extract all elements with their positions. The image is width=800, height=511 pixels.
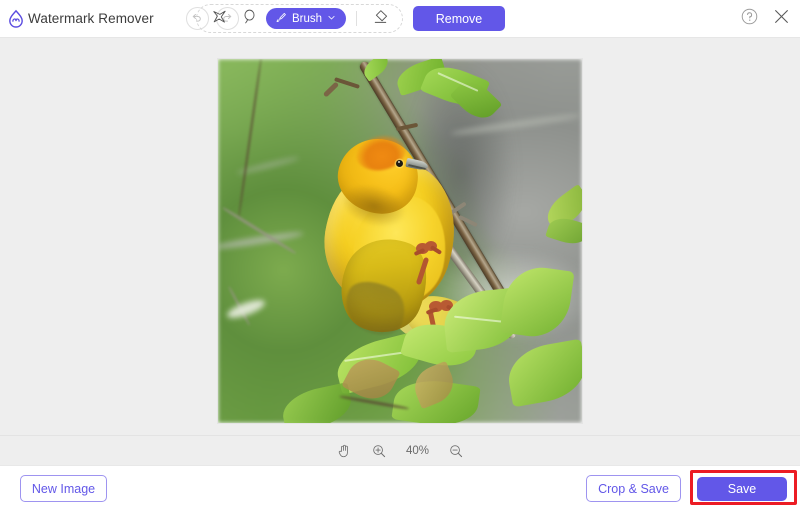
lasso-icon [241,8,258,30]
new-image-button[interactable]: New Image [20,475,107,502]
zoom-toolbar: 40% [0,435,800,465]
brush-label: Brush [292,13,322,25]
zoom-level-label: 40% [406,445,429,457]
canvas-stage[interactable] [0,38,800,435]
tool-divider [356,11,357,26]
crop-and-save-button[interactable]: Crop & Save [586,475,681,502]
zoom-out-icon[interactable] [448,443,464,459]
hand-pan-icon[interactable] [336,443,352,459]
polygon-select-tool[interactable] [204,6,234,31]
close-icon[interactable] [772,7,791,31]
bird-eye-highlight [398,161,400,163]
zoom-in-icon[interactable] [371,443,387,459]
app-brand: Watermark Remover [0,9,154,29]
chevron-down-icon [327,13,336,25]
save-button-label: Save [728,482,757,496]
app-header: Watermark Remover [0,0,800,38]
eraser-icon [372,8,389,30]
brush-tool-button[interactable]: Brush [266,8,346,29]
brush-icon [274,11,287,27]
header-right-controls [740,0,791,37]
crop-and-save-label: Crop & Save [598,482,669,496]
new-image-label: New Image [32,482,95,496]
editor-canvas-area: 40% [0,38,800,465]
image-preview[interactable] [218,59,582,423]
polygon-select-icon [211,8,228,30]
watermark-remover-window: Watermark Remover [0,0,800,511]
help-circle-icon[interactable] [740,7,759,31]
remove-button[interactable]: Remove [413,6,505,31]
app-title: Watermark Remover [28,11,154,26]
tool-group: Brush [196,4,403,33]
bird-photograph [218,59,582,423]
remove-button-label: Remove [436,12,483,26]
bird-foot-upper [414,241,444,259]
eraser-tool[interactable] [365,6,395,31]
save-button[interactable]: Save [697,477,787,501]
waterdrop-logo-icon [6,9,26,29]
lasso-select-tool[interactable] [234,6,264,31]
footer-actions: New Image Crop & Save Save 5 [0,465,800,511]
